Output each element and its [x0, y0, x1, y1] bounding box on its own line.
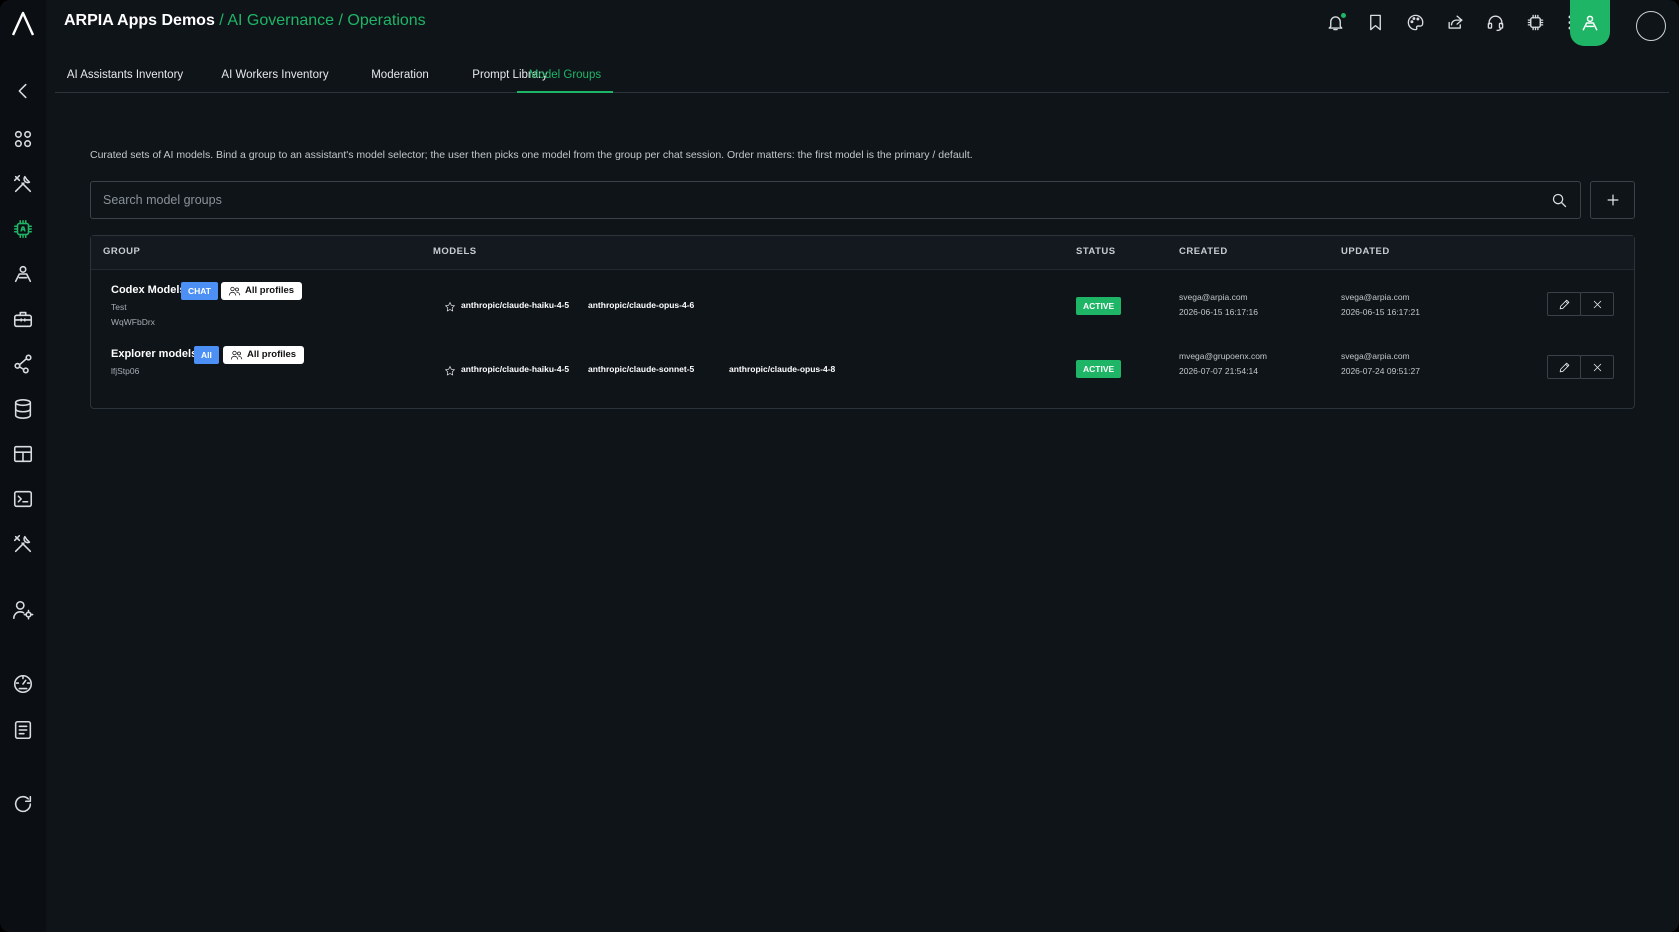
- users-icon: [230, 350, 243, 360]
- profiles-badge: All profiles: [221, 282, 303, 300]
- pencil-icon: [1559, 362, 1569, 372]
- created-at: 2026-06-15 16:17:16: [1179, 307, 1258, 317]
- apps-icon[interactable]: [11, 127, 35, 151]
- notebook-icon[interactable]: [11, 718, 35, 742]
- group-id: lfjStp06: [111, 366, 140, 376]
- status-badge: ACTIVE: [1076, 360, 1122, 378]
- tab-ai-workers-inventory[interactable]: AI Workers Inventory: [205, 62, 345, 93]
- column-header-models[interactable]: MODELS: [433, 246, 477, 257]
- primary-star-icon: [444, 362, 456, 376]
- delete-button[interactable]: [1580, 355, 1614, 379]
- support-icon[interactable]: [1484, 11, 1506, 33]
- search-box: [90, 181, 1581, 219]
- app-window: ARPIA Apps Demos / AI Governance / Opera…: [0, 0, 1679, 932]
- tools-icon[interactable]: [11, 172, 35, 196]
- model-chip: anthropic/claude-sonnet-5: [588, 364, 695, 374]
- created-by: svega@arpia.com: [1179, 292, 1248, 302]
- model-chip: anthropic/claude-haiku-4-5: [461, 364, 570, 374]
- type-badge: All: [194, 346, 219, 364]
- tools-icon[interactable]: [11, 532, 35, 556]
- close-icon: [1593, 300, 1601, 308]
- created-by: mvega@grupoenx.com: [1179, 351, 1268, 361]
- table-row[interactable]: Codex Models CHAT All profiles Test WqWF…: [91, 276, 1634, 340]
- tab-model-groups[interactable]: Model Groups: [517, 62, 613, 93]
- group-description: Test: [111, 302, 127, 312]
- breadcrumb: ARPIA Apps Demos / AI Governance / Opera…: [64, 12, 426, 30]
- user-mode-icon[interactable]: [1570, 0, 1610, 46]
- breadcrumb-org[interactable]: ARPIA Apps Demos: [64, 12, 215, 29]
- bookmark-icon[interactable]: [1364, 11, 1386, 33]
- status-badge: ACTIVE: [1076, 297, 1122, 315]
- terminal-icon[interactable]: [11, 487, 35, 511]
- database-icon[interactable]: [11, 397, 35, 421]
- table-row[interactable]: Explorer models All All profiles lfjStp0…: [91, 340, 1634, 404]
- search-input[interactable]: [91, 182, 1580, 218]
- header-actions: [1279, 0, 1679, 46]
- bell-icon[interactable]: [1324, 11, 1346, 33]
- group-id: WqWFbDrx: [111, 317, 155, 327]
- delete-button[interactable]: [1580, 292, 1614, 316]
- collapse-icon[interactable]: [11, 79, 35, 103]
- dashboard-icon[interactable]: [11, 672, 35, 696]
- chip-icon[interactable]: [1524, 11, 1546, 33]
- type-badge: CHAT: [181, 282, 218, 300]
- sidebar: [0, 0, 46, 932]
- close-icon: [1593, 363, 1601, 371]
- updated-at: 2026-06-15 16:17:21: [1341, 307, 1420, 317]
- search-icon[interactable]: [1551, 192, 1568, 209]
- profiles-label: All profiles: [245, 285, 295, 296]
- group-name: Codex Models: [111, 284, 186, 296]
- share-graph-icon[interactable]: [11, 352, 35, 376]
- table-icon[interactable]: [11, 442, 35, 466]
- tab-ai-assistants-inventory[interactable]: AI Assistants Inventory: [55, 62, 195, 93]
- user-settings-icon[interactable]: [11, 598, 35, 622]
- pencil-icon: [1559, 299, 1569, 309]
- workers-icon[interactable]: [11, 262, 35, 286]
- avatar[interactable]: [1636, 11, 1666, 41]
- breadcrumb-separator: /: [338, 12, 343, 29]
- table-header: GROUP MODELS STATUS CREATED UPDATED: [91, 236, 1634, 270]
- profiles-badge: All profiles: [223, 346, 305, 364]
- edit-button[interactable]: [1547, 355, 1581, 379]
- ai-chip-icon[interactable]: [11, 217, 35, 241]
- column-header-group[interactable]: GROUP: [103, 246, 140, 257]
- primary-star-icon: [444, 298, 456, 312]
- updated-at: 2026-07-24 09:51:27: [1341, 366, 1420, 376]
- toolbox-icon[interactable]: [11, 307, 35, 331]
- add-model-group-button[interactable]: [1590, 181, 1635, 219]
- model-chip: anthropic/claude-haiku-4-5: [461, 300, 570, 310]
- users-icon: [228, 286, 241, 296]
- model-groups-table: GROUP MODELS STATUS CREATED UPDATED Code…: [90, 235, 1635, 409]
- plus-icon: [1607, 194, 1618, 206]
- arpia-logo[interactable]: [9, 10, 37, 38]
- tab-bar: AI Assistants Inventory AI Workers Inven…: [55, 62, 1669, 93]
- top-header: ARPIA Apps Demos / AI Governance / Opera…: [46, 0, 1679, 46]
- column-header-status[interactable]: STATUS: [1076, 246, 1116, 257]
- page-description: Curated sets of AI models. Bind a group …: [90, 149, 973, 161]
- breadcrumb-ai-governance[interactable]: AI Governance: [227, 12, 334, 29]
- model-chip: anthropic/claude-opus-4-6: [588, 300, 695, 310]
- updated-by: svega@arpia.com: [1341, 292, 1410, 302]
- breadcrumb-operations[interactable]: Operations: [347, 12, 425, 29]
- group-name: Explorer models: [111, 348, 198, 360]
- updated-by: svega@arpia.com: [1341, 351, 1410, 361]
- palette-icon[interactable]: [1404, 11, 1426, 33]
- model-chip: anthropic/claude-opus-4-8: [729, 364, 836, 374]
- refresh-icon[interactable]: [11, 792, 35, 816]
- column-header-updated[interactable]: UPDATED: [1341, 246, 1390, 257]
- share-icon[interactable]: [1444, 11, 1466, 33]
- profiles-label: All profiles: [247, 349, 297, 360]
- tab-moderation[interactable]: Moderation: [355, 62, 445, 93]
- edit-button[interactable]: [1547, 292, 1581, 316]
- notification-dot: [1341, 13, 1346, 18]
- column-header-created[interactable]: CREATED: [1179, 246, 1228, 257]
- breadcrumb-separator: /: [219, 12, 224, 29]
- created-at: 2026-07-07 21:54:14: [1179, 366, 1258, 376]
